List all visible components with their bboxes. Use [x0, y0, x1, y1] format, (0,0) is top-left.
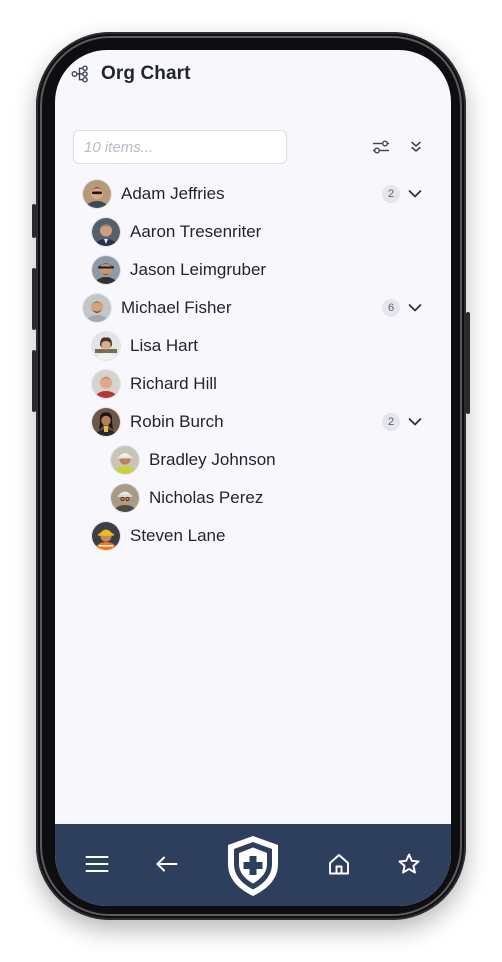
double-chevron-down-icon [411, 141, 421, 152]
avatar [92, 218, 120, 246]
app-screen: Org Chart Adam Jeffries 2 [55, 50, 451, 906]
avatar [92, 370, 120, 398]
avatar [92, 408, 120, 436]
avatar [92, 522, 120, 550]
search-input[interactable] [73, 130, 287, 164]
tree-row-adam-jeffries[interactable]: Adam Jeffries 2 [55, 175, 451, 213]
tree-row-lisa-hart[interactable]: Lisa Hart [55, 327, 451, 365]
person-name: Nicholas Perez [149, 488, 264, 507]
phone-volume-up-button [32, 268, 36, 330]
page-title: Org Chart [101, 63, 191, 84]
title-bar: Org Chart [71, 62, 191, 86]
sliders-icon [373, 140, 389, 154]
back-button[interactable] [153, 850, 181, 878]
person-name: Richard Hill [130, 374, 217, 393]
person-name: Michael Fisher [121, 298, 232, 317]
arrow-left-icon [156, 856, 178, 872]
bottom-nav [55, 824, 451, 906]
person-name: Adam Jeffries [121, 184, 225, 203]
person-name: Lisa Hart [130, 336, 199, 355]
avatar [92, 256, 120, 284]
tree-row-jason-leimgruber[interactable]: Jason Leimgruber [55, 251, 451, 289]
phone-action-button [32, 204, 36, 238]
avatar [92, 332, 120, 360]
tree-row-nicholas-perez[interactable]: Nicholas Perez [55, 479, 451, 517]
person-name: Jason Leimgruber [130, 260, 267, 279]
avatar [111, 484, 139, 512]
person-name: Aaron Tresenriter [130, 222, 262, 241]
avatar [111, 446, 139, 474]
tree-row-michael-fisher[interactable]: Michael Fisher 6 [55, 289, 451, 327]
chevron-down-icon[interactable] [407, 414, 423, 430]
home-icon [329, 854, 349, 875]
tree-row-richard-hill[interactable]: Richard Hill [55, 365, 451, 403]
avatar [83, 294, 111, 322]
favorites-button[interactable] [395, 850, 423, 878]
org-chart-icon [71, 65, 89, 83]
tree-row-aaron-tresenriter[interactable]: Aaron Tresenriter [55, 213, 451, 251]
tree-row-steven-lane[interactable]: Steven Lane [55, 517, 451, 555]
child-count-badge: 2 [382, 185, 400, 203]
phone-power-button [466, 312, 470, 414]
child-count-badge: 2 [382, 413, 400, 431]
home-button[interactable] [325, 850, 353, 878]
chevron-down-icon[interactable] [407, 300, 423, 316]
person-name: Bradley Johnson [149, 450, 276, 469]
menu-button[interactable] [83, 850, 111, 878]
star-icon [398, 853, 420, 874]
menu-icon [85, 856, 109, 872]
expand-collapse-all-button[interactable] [405, 136, 427, 158]
avatar [83, 180, 111, 208]
child-count-badge: 6 [382, 299, 400, 317]
filter-button[interactable] [370, 136, 392, 158]
shield-logo-icon[interactable] [224, 834, 282, 898]
tree-row-bradley-johnson[interactable]: Bradley Johnson [55, 441, 451, 479]
person-name: Steven Lane [130, 526, 226, 545]
tree-row-robin-burch[interactable]: Robin Burch 2 [55, 403, 451, 441]
person-name: Robin Burch [130, 412, 224, 431]
chevron-down-icon[interactable] [407, 186, 423, 202]
phone-volume-down-button [32, 350, 36, 412]
